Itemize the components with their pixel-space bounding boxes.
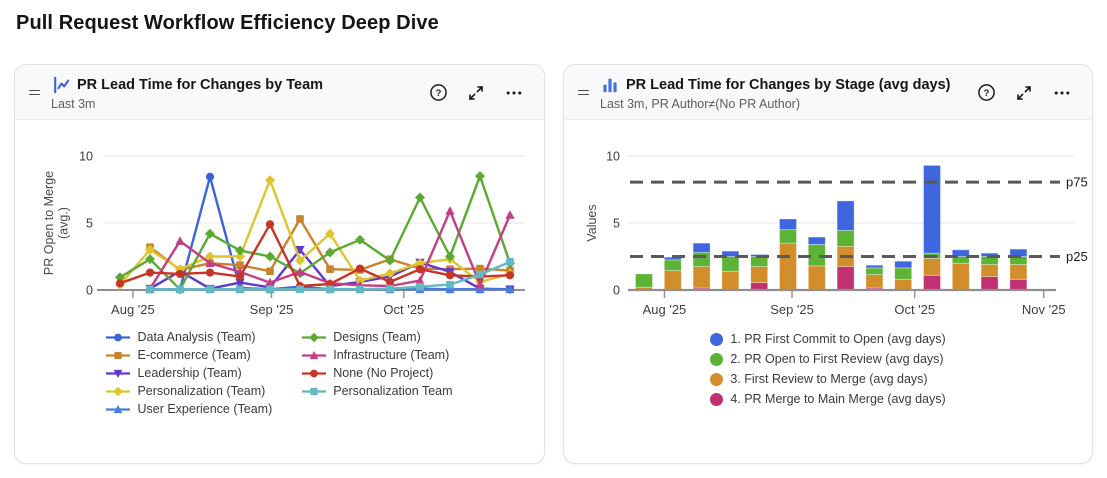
legend-label: Designs (Team) [333,330,421,344]
legend-item[interactable]: None (No Project) [302,366,452,380]
panel-actions: ? [974,81,1078,105]
svg-text:Oct '25: Oct '25 [894,302,935,317]
more-icon[interactable] [1050,81,1074,105]
legend-marker-icon [106,367,130,380]
legend-item[interactable]: Leadership (Team) [106,366,272,380]
legend-label: 3. First Review to Merge (avg days) [730,372,927,386]
legend-marker-icon [106,385,130,398]
legend-marker-icon [106,331,130,344]
team-legend: Data Analysis (Team) E-commerce (Team) Lea… [106,330,452,416]
legend-label: 2. PR Open to First Review (avg days) [730,352,943,366]
legend-label: User Experience (Team) [137,402,272,416]
legend-label: 4. PR Merge to Main Merge (avg days) [730,392,945,406]
expand-icon[interactable] [1012,81,1036,105]
panel-header: PR Lead Time for Changes by Stage (avg d… [564,65,1092,120]
svg-text:5: 5 [86,217,93,231]
cards-row: PR Lead Time for Changes by Team Last 3m… [14,64,1093,464]
svg-text:p25: p25 [1066,249,1088,264]
svg-text:?: ? [983,88,989,99]
legend-marker-icon [106,403,130,416]
legend-label: 1. PR First Commit to Open (avg days) [730,332,945,346]
svg-text:0: 0 [86,284,93,298]
panel-title: PR Lead Time for Changes by Team [77,77,323,93]
legend-item[interactable]: Infrastructure (Team) [302,348,452,362]
legend-item[interactable]: Data Analysis (Team) [106,330,272,344]
line-chart-icon [51,75,71,95]
stage-bar-chart[interactable]: 0 5 10 Aug '25 Sep '25 Oct '25 Nov '25 Values p7… [566,124,1091,322]
bar-chart-icon [600,75,620,95]
legend-label: Leadership (Team) [137,366,241,380]
expand-icon[interactable] [464,81,488,105]
legend-item[interactable]: Designs (Team) [302,330,452,344]
svg-text:Sep '25: Sep '25 [770,302,814,317]
svg-text:10: 10 [606,150,620,164]
legend-item[interactable]: 1. PR First Commit to Open (avg days) [710,332,945,346]
legend-item[interactable]: Personalization Team [302,384,452,398]
legend-marker-icon [106,349,130,362]
legend-dot-icon [710,393,723,406]
svg-text:Aug '25: Aug '25 [111,302,155,317]
legend-item[interactable]: 2. PR Open to First Review (avg days) [710,352,945,366]
legend-marker-icon [302,367,326,380]
svg-text:0: 0 [613,284,620,298]
more-icon[interactable] [502,81,526,105]
legend-item[interactable]: 4. PR Merge to Main Merge (avg days) [710,392,945,406]
legend-label: None (No Project) [333,366,433,380]
stage-legend: 1. PR First Commit to Open (avg days) 2. … [710,332,945,406]
legend-label: Data Analysis (Team) [137,330,255,344]
svg-text:Nov '25: Nov '25 [1022,302,1066,317]
svg-text:Oct '25: Oct '25 [383,302,424,317]
panel-header-text: PR Lead Time for Changes by Team Last 3m [51,75,417,111]
panel-pr-lead-time-by-stage: PR Lead Time for Changes by Stage (avg d… [563,64,1093,464]
legend-label: Personalization Team [333,384,452,398]
legend-label: Infrastructure (Team) [333,348,449,362]
panel-header: PR Lead Time for Changes by Team Last 3m… [15,65,544,120]
panel-pr-lead-time-by-team: PR Lead Time for Changes by Team Last 3m… [14,64,545,464]
dashboard-page: Pull Request Workflow Efficiency Deep Di… [0,0,1107,478]
legend-item[interactable]: E-commerce (Team) [106,348,272,362]
svg-text:5: 5 [613,217,620,231]
svg-text:(avg.): (avg.) [57,207,71,239]
legend-dot-icon [710,353,723,366]
svg-text:Sep '25: Sep '25 [250,302,294,317]
legend-marker-icon [302,385,326,398]
svg-text:10: 10 [79,150,93,164]
legend-dot-icon [710,373,723,386]
help-icon[interactable]: ? [974,81,998,105]
drag-handle-icon[interactable] [576,86,591,100]
svg-text:Values: Values [585,204,599,241]
svg-text:p75: p75 [1066,175,1088,190]
team-line-chart[interactable]: 0 5 10 Aug '25 Sep '25 Oct '25 PR Open to Merg… [17,124,542,322]
help-icon[interactable]: ? [426,81,450,105]
page-title: Pull Request Workflow Efficiency Deep Di… [0,0,1107,35]
svg-text:?: ? [435,88,441,99]
legend-marker-icon [302,331,326,344]
legend-item[interactable]: 3. First Review to Merge (avg days) [710,372,945,386]
legend-label: E-commerce (Team) [137,348,250,362]
legend-item[interactable]: Personalization (Team) [106,384,272,398]
panel-header-text: PR Lead Time for Changes by Stage (avg d… [600,75,965,111]
svg-text:Aug '25: Aug '25 [643,302,687,317]
svg-text:PR Open to Merge: PR Open to Merge [42,171,56,275]
panel-subtitle: Last 3m, PR Author≠(No PR Author) [600,97,965,111]
chart-area: 0 5 10 Aug '25 Sep '25 Oct '25 Nov '25 Values p7… [564,120,1092,322]
legend-label: Personalization (Team) [137,384,265,398]
panel-title: PR Lead Time for Changes by Stage (avg d… [626,77,950,93]
drag-handle-icon[interactable] [27,86,42,100]
panel-actions: ? [426,81,530,105]
legend-item[interactable]: User Experience (Team) [106,402,272,416]
legend-dot-icon [710,333,723,346]
panel-subtitle: Last 3m [51,97,417,111]
legend-marker-icon [302,349,326,362]
chart-area: 0 5 10 Aug '25 Sep '25 Oct '25 PR Open to Merg… [15,120,544,322]
